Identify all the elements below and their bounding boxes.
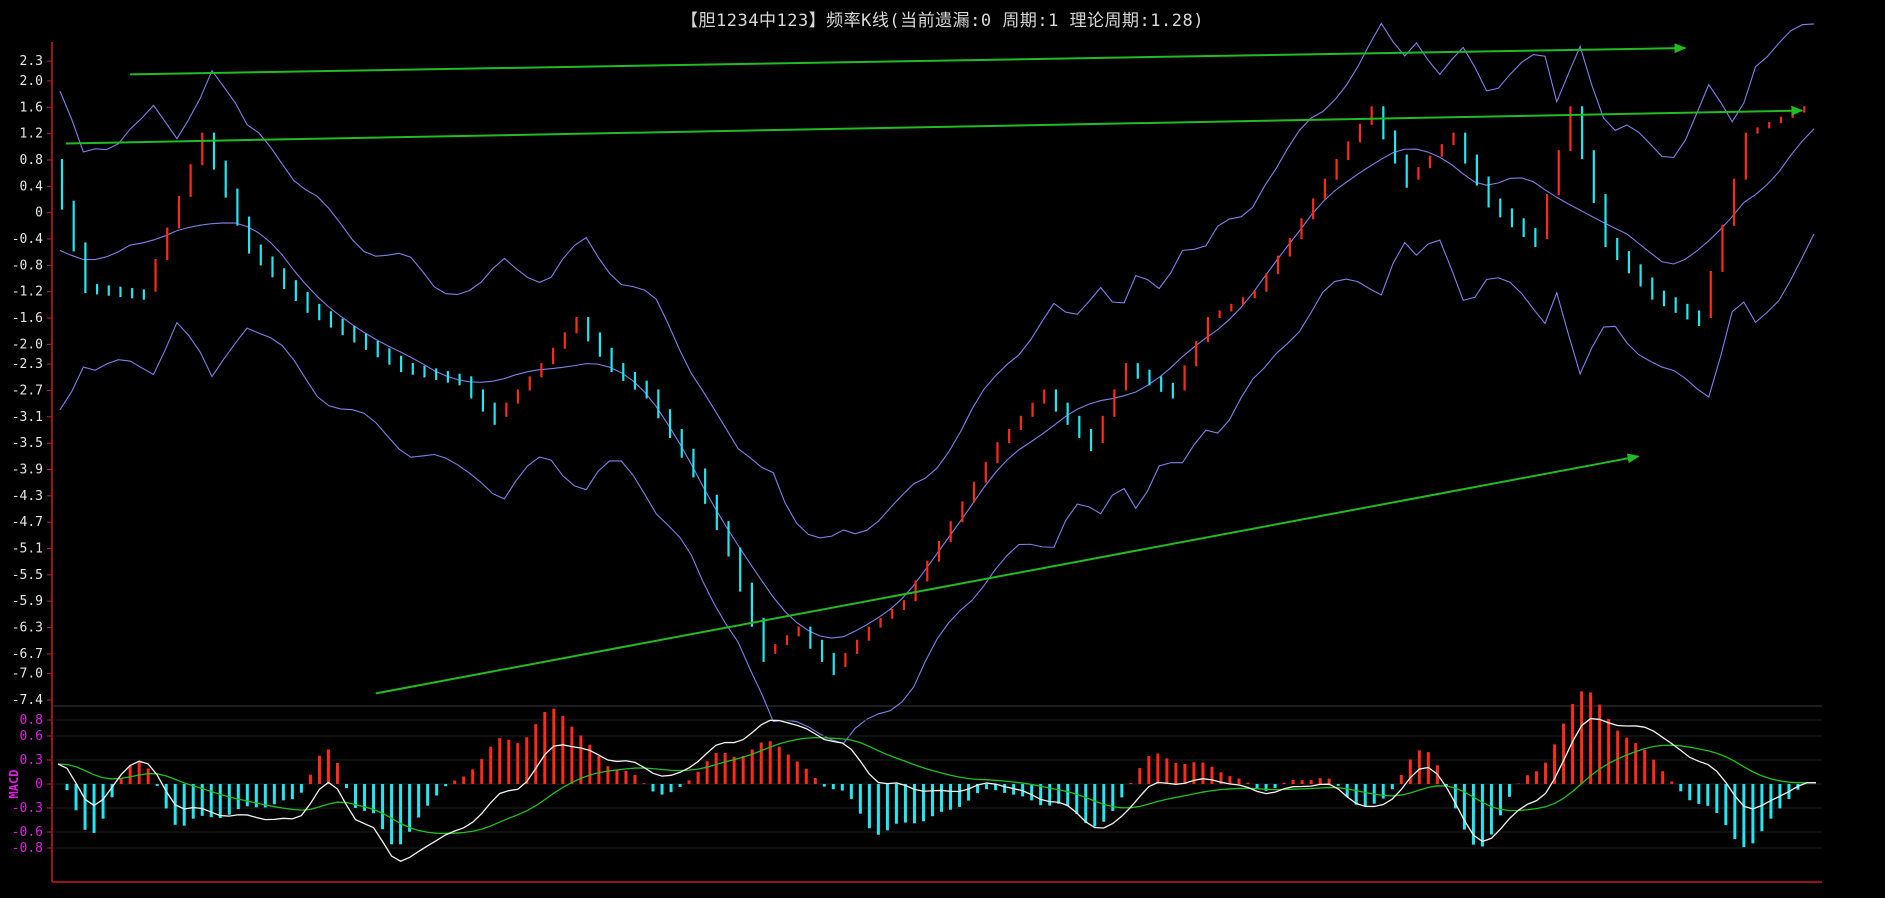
y-tick-label: -5.5: [12, 568, 43, 583]
band-mid-line: [59, 128, 1815, 639]
y-tick-label: 0.4: [20, 179, 44, 194]
y-tick-label: -2.0: [12, 337, 43, 352]
y-tick-label: -7.4: [12, 693, 43, 708]
y-tick-label: -6.7: [12, 647, 43, 662]
macd-y-tick-label: -0.3: [12, 801, 43, 816]
y-tick-label: -5.1: [12, 542, 43, 557]
y-tick-label: -3.9: [12, 462, 43, 477]
y-tick-label: 1.2: [20, 127, 43, 142]
macd-y-tick-label: -0.6: [12, 825, 43, 840]
y-tick-label: 1.6: [20, 100, 43, 115]
y-tick-label: -3.5: [12, 436, 43, 451]
trend-arrow: [375, 453, 1640, 695]
band-lo-line: [59, 233, 1815, 745]
y-tick-label: -5.9: [12, 594, 43, 609]
y-tick-label: -4.7: [12, 515, 43, 530]
y-tick-label: 2.0: [20, 74, 43, 89]
y-tick-label: -1.6: [12, 311, 43, 326]
macd-y-tick-label: -0.8: [12, 841, 43, 856]
macd-panel: 0.80.6 0.3 0 -0.3 -0.6-0.8 MACD: [7, 691, 1822, 862]
y-tick-label: -0.8: [12, 258, 43, 273]
y-tick-label: -6.3: [12, 621, 43, 636]
y-tick-label: 0.8: [20, 153, 43, 168]
y-tick-label: -2.3: [12, 357, 43, 372]
macd-y-tick-label: 0.3: [20, 753, 43, 768]
macd-y-tick-label: 0.8: [20, 713, 43, 728]
band-up-line: [59, 22, 1815, 539]
macd-label: MACD: [7, 770, 21, 799]
y-tick-label: -4.3: [12, 489, 43, 504]
y-tick-label: -7.0: [12, 667, 43, 682]
macd-dif-line: [57, 717, 1817, 862]
price-panel: 2.3 2.0 1.6 1.2 0.8 0.4 0 -0.4 -0.8 -1.2 -1.6 -2.0 -…: [12, 22, 1822, 883]
y-tick-label: -2.7: [12, 383, 43, 398]
trend-arrow: [130, 43, 1687, 76]
macd-y-tick-label: 0: [35, 777, 43, 792]
y-tick-label: -3.1: [12, 410, 43, 425]
y-tick-label: -0.4: [12, 232, 43, 247]
y-tick-label: 0: [35, 206, 43, 221]
macd-y-tick-label: 0.6: [20, 729, 43, 744]
trend-arrow: [65, 105, 1804, 145]
kline-chart: 2.3 2.0 1.6 1.2 0.8 0.4 0 -0.4 -0.8 -1.2 -1.6 -2.0 -…: [7, 22, 1822, 883]
macd-dea-line: [57, 736, 1817, 835]
y-tick-label: 2.3: [20, 54, 43, 69]
y-tick-label: -1.2: [12, 285, 43, 300]
